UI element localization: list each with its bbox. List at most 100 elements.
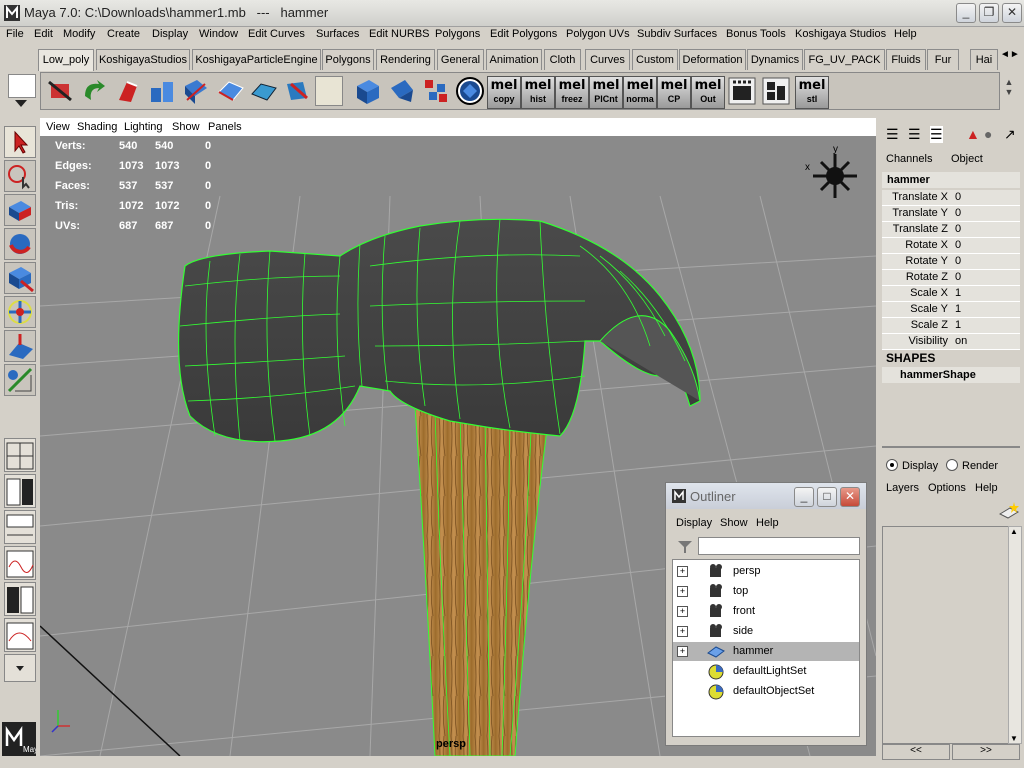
shelf-tab-hair[interactable]: Hai xyxy=(970,49,998,70)
menu-polygons[interactable]: Polygons xyxy=(435,28,480,40)
layout-menu[interactable] xyxy=(4,654,36,682)
outliner-search-input[interactable] xyxy=(698,537,860,555)
render-radio[interactable] xyxy=(946,459,958,471)
vp-menu-panels[interactable]: Panels xyxy=(208,121,242,133)
menu-koshigaya-studios[interactable]: Koshigaya Studios xyxy=(795,28,886,40)
options-menu[interactable]: Options xyxy=(928,482,966,494)
menu-create[interactable]: Create xyxy=(107,28,140,40)
shelf-tab-curves[interactable]: Curves xyxy=(585,49,630,70)
mel-copy-button[interactable]: mel copy xyxy=(487,76,521,109)
shelf-tab-koshigaya-studios[interactable]: KoshigayaStudios xyxy=(96,49,190,70)
render-radio-label[interactable]: Render xyxy=(962,460,998,472)
channel-value[interactable]: 0 xyxy=(955,207,961,219)
rotate-tool[interactable] xyxy=(4,228,36,260)
crease-tool-icon[interactable] xyxy=(45,76,75,106)
shape-row[interactable]: hammerShape xyxy=(882,367,1020,383)
layout-curves[interactable] xyxy=(4,546,36,580)
channel-row[interactable]: Translate X 0 xyxy=(882,190,1020,206)
extrude-face-icon[interactable] xyxy=(113,76,143,106)
display-radio[interactable] xyxy=(886,459,898,471)
manipulator-tool[interactable] xyxy=(4,296,36,328)
channel-value[interactable]: 0 xyxy=(955,255,961,267)
expand-icon[interactable]: + xyxy=(677,626,688,637)
shelf-tab-custom[interactable]: Custom xyxy=(632,49,678,70)
channel-row[interactable]: Translate Z 0 xyxy=(882,222,1020,238)
layout-hypershade[interactable] xyxy=(4,582,36,616)
nav-left-button[interactable]: << xyxy=(882,744,950,760)
menu-polygon-uvs[interactable]: Polygon UVs xyxy=(566,28,630,40)
menu-subdiv-surfaces[interactable]: Subdiv Surfaces xyxy=(637,28,717,40)
shelf-options[interactable] xyxy=(8,74,36,110)
channel-value[interactable]: 0 xyxy=(955,271,961,283)
channel-row[interactable]: Translate Y 0 xyxy=(882,206,1020,222)
channel-layer-icon[interactable]: ☰ xyxy=(930,126,943,143)
outliner-close-button[interactable]: ✕ xyxy=(840,487,860,507)
outliner-item-hammer[interactable]: + hammer xyxy=(673,642,859,661)
layer-scrollbar[interactable]: ▲ ▼ xyxy=(1008,526,1022,744)
restore-button[interactable]: ❐ xyxy=(979,3,999,23)
layout-graph[interactable] xyxy=(4,510,36,544)
expand-icon[interactable]: + xyxy=(677,646,688,657)
scale-tool[interactable] xyxy=(4,262,36,294)
shelf-tab-fur[interactable]: Fur xyxy=(927,49,959,70)
shelf-tab-scroll-arrows[interactable]: ◄► xyxy=(1000,49,1024,69)
channel-row[interactable]: Scale Y 1 xyxy=(882,302,1020,318)
shelf-tab-cloth[interactable]: Cloth xyxy=(544,49,581,70)
mel-hist-button[interactable]: mel hist xyxy=(521,76,555,109)
channel-value[interactable]: 0 xyxy=(955,191,961,203)
channel-row[interactable]: Visibility on xyxy=(882,334,1020,350)
view-axis-gizmo[interactable]: y x xyxy=(805,144,857,198)
blank-shelf-button[interactable] xyxy=(315,76,343,106)
channel-box-icon[interactable]: ☰ xyxy=(886,126,899,143)
channel-value[interactable]: 0 xyxy=(955,223,961,235)
scroll-down-icon[interactable]: ▼ xyxy=(1010,734,1018,743)
menu-surfaces[interactable]: Surfaces xyxy=(316,28,359,40)
split-polygon-icon[interactable] xyxy=(147,76,177,106)
shelf-menu-box[interactable] xyxy=(8,74,36,98)
close-button[interactable]: ✕ xyxy=(1002,3,1022,23)
menu-edit-polygons[interactable]: Edit Polygons xyxy=(490,28,557,40)
show-manipulator-icon[interactable]: ▲ xyxy=(966,126,980,142)
menu-edit-nurbs[interactable]: Edit NURBS xyxy=(369,28,430,40)
outliner-menu-show[interactable]: Show xyxy=(720,517,748,529)
scroll-left-icon[interactable]: ◄ xyxy=(1000,49,1010,60)
shelf-tab-general[interactable]: General xyxy=(437,49,484,70)
menu-bonus-tools[interactable]: Bonus Tools xyxy=(726,28,786,40)
scroll-right-icon[interactable]: ► xyxy=(1010,49,1020,60)
menu-help[interactable]: Help xyxy=(894,28,917,40)
attribute-editor-icon[interactable]: ☰ xyxy=(908,126,921,143)
vp-menu-view[interactable]: View xyxy=(46,121,70,133)
sculpt-polygons-icon[interactable] xyxy=(249,76,279,106)
outliner-title-bar[interactable]: Outliner _ □ ✕ xyxy=(666,483,866,509)
scroll-up-icon[interactable]: ▲ xyxy=(1010,527,1018,536)
outliner-menu-help[interactable]: Help xyxy=(756,517,779,529)
layer-list[interactable] xyxy=(882,526,1010,744)
outliner-menu-display[interactable]: Display xyxy=(676,517,712,529)
shelf-tab-deformation[interactable]: Deformation xyxy=(679,49,746,70)
mel-stl-button[interactable]: mel stl xyxy=(795,76,829,109)
channel-row[interactable]: Scale X 1 xyxy=(882,286,1020,302)
outliner-filter-icon[interactable] xyxy=(676,537,694,555)
vp-menu-shading[interactable]: Shading xyxy=(77,121,117,133)
channel-value[interactable]: 1 xyxy=(955,287,961,299)
mel-freez-button[interactable]: mel freez xyxy=(555,76,589,109)
sphere-select-icon[interactable] xyxy=(455,76,485,106)
menu-display[interactable]: Display xyxy=(152,28,188,40)
outliner-item-side[interactable]: + side xyxy=(673,622,859,641)
render-icon[interactable] xyxy=(727,76,757,106)
menu-edit-curves[interactable]: Edit Curves xyxy=(248,28,305,40)
minimize-button[interactable]: _ xyxy=(956,3,976,23)
mel-cp-button[interactable]: mel CP xyxy=(657,76,691,109)
shelf-tab-koshigaya-particle[interactable]: KoshigayaParticleEngine xyxy=(192,49,321,70)
channel-row[interactable]: Rotate X 0 xyxy=(882,238,1020,254)
menu-modify[interactable]: Modify xyxy=(63,28,95,40)
shelf-menu-arrow-icon[interactable] xyxy=(15,100,27,108)
layout-single-pane[interactable] xyxy=(4,438,36,472)
tab-object[interactable]: Object xyxy=(951,153,983,165)
reverse-normals-icon[interactable] xyxy=(79,76,109,106)
shelf-tab-polygons[interactable]: Polygons xyxy=(322,49,374,70)
wedge-faces-icon[interactable] xyxy=(215,76,245,106)
shelf-scroll[interactable]: ▲ ▼ xyxy=(1001,77,1017,105)
shelf-tab-fg-uv-pack[interactable]: FG_UV_PACK xyxy=(804,49,885,70)
expand-icon[interactable]: + xyxy=(677,606,688,617)
